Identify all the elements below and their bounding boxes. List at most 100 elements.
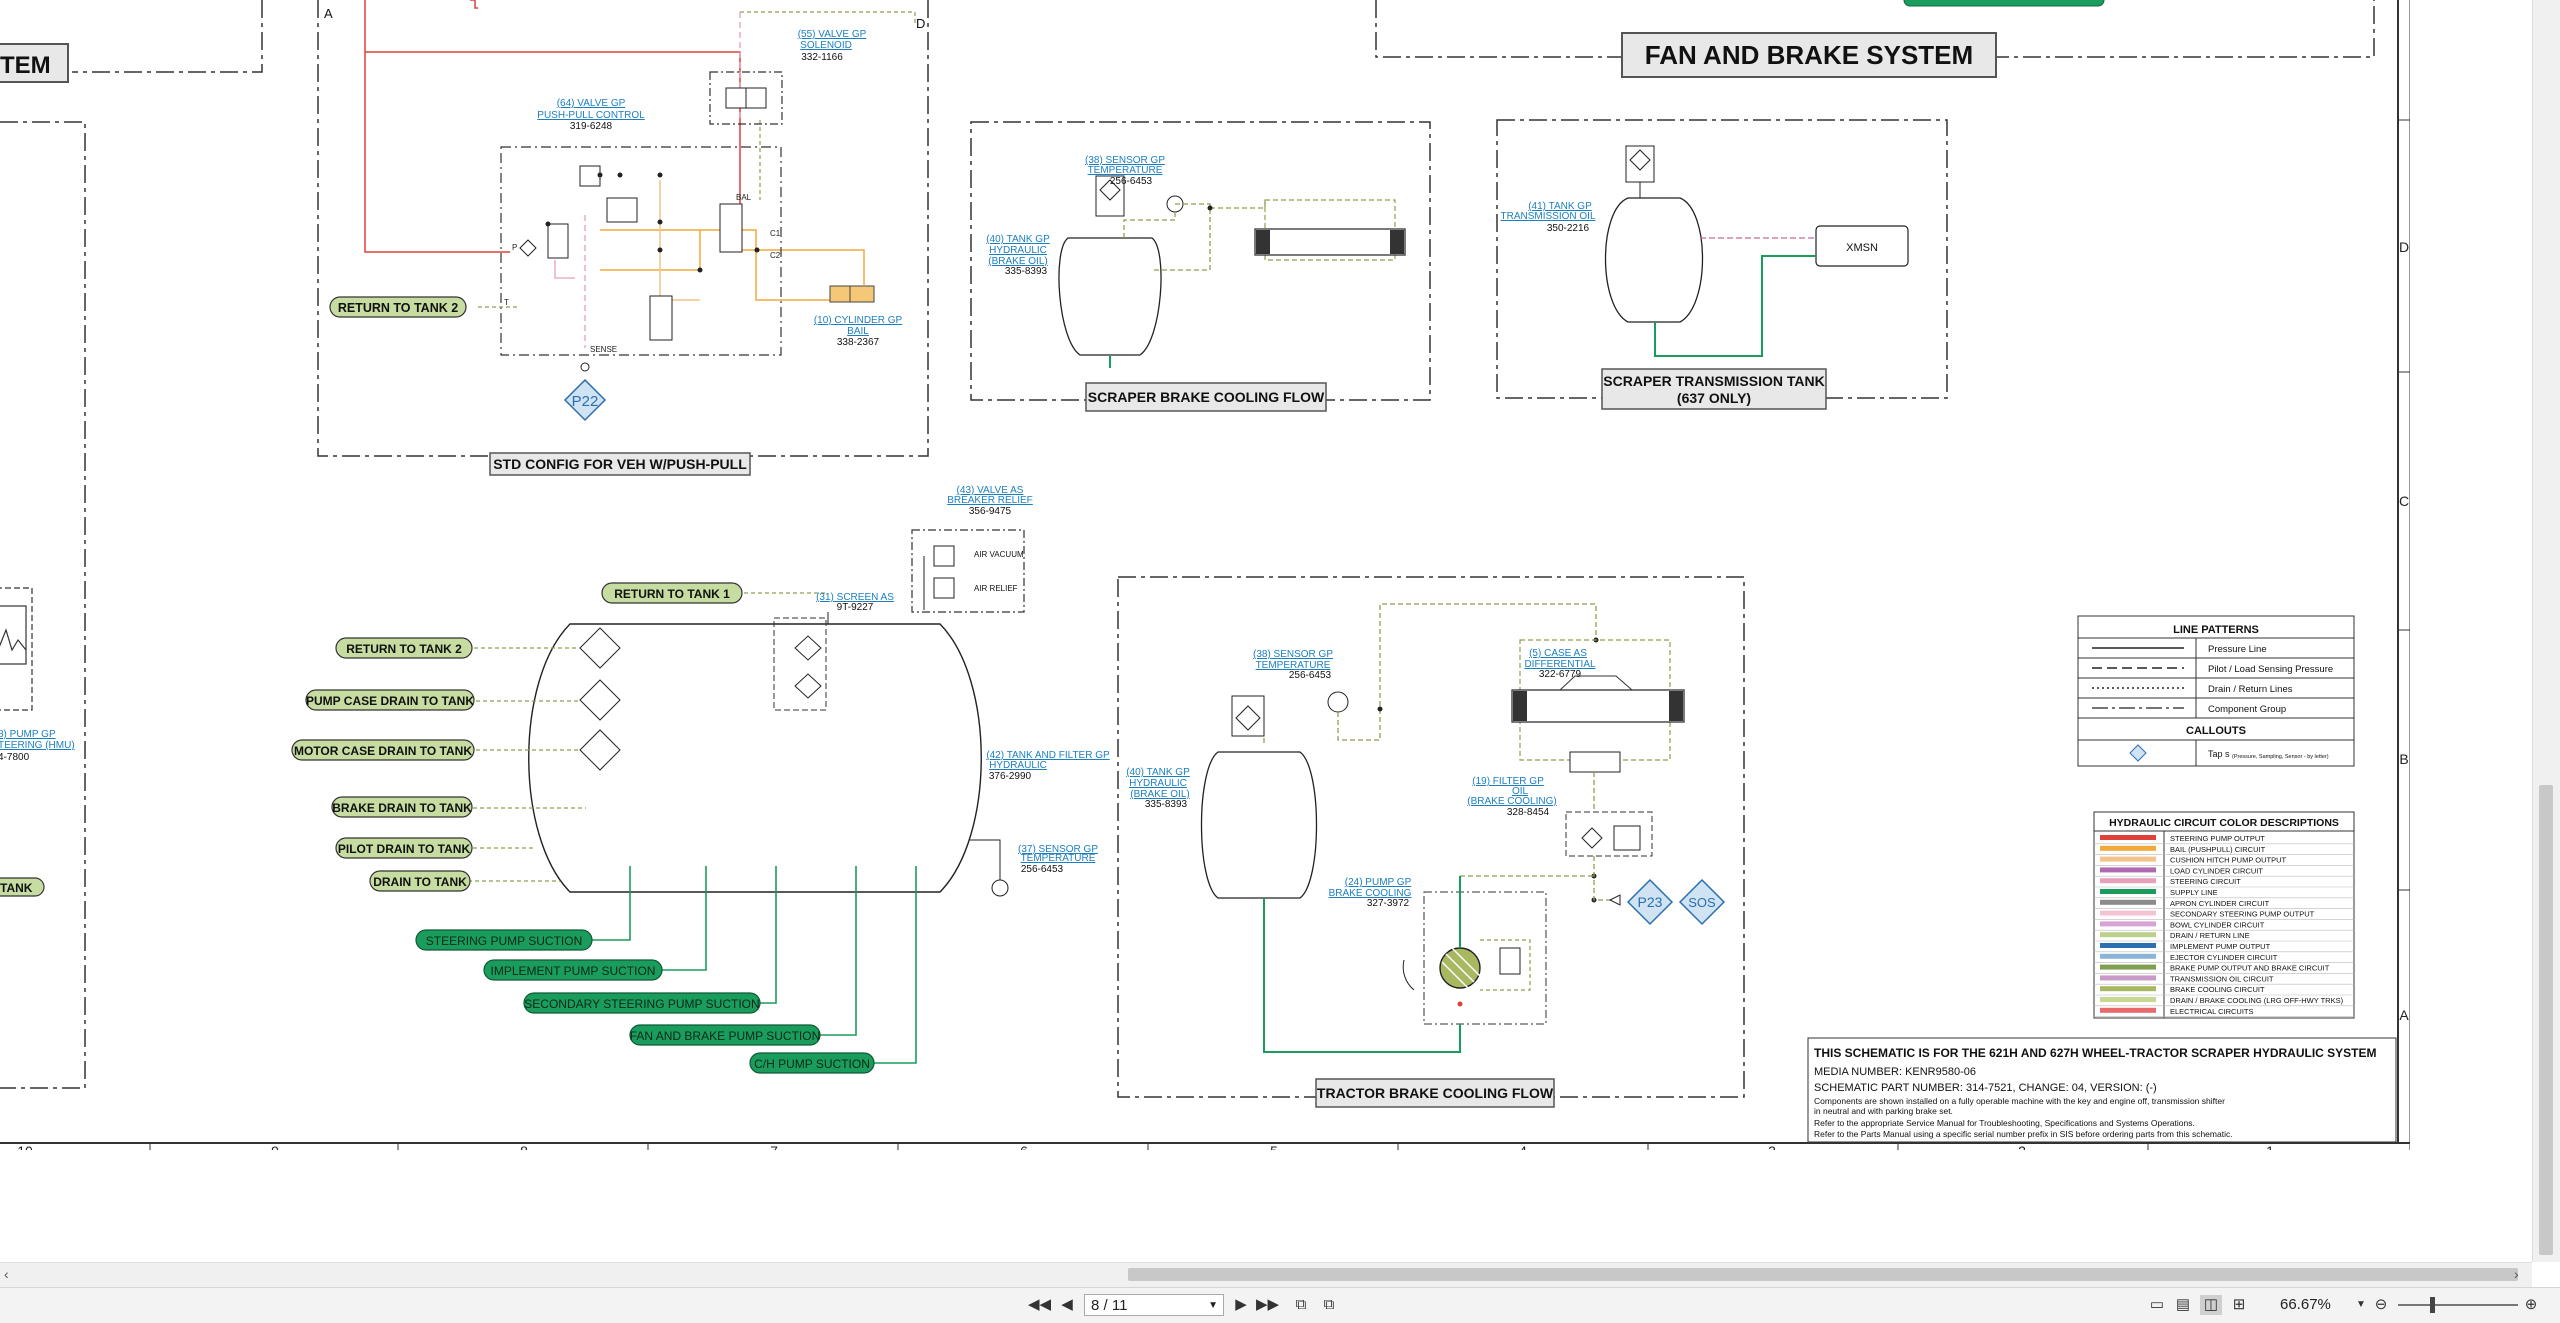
horizontal-scrollbar[interactable]: ‹ ›: [0, 1262, 2532, 1287]
callout-55-link[interactable]: SOLENOID: [800, 40, 852, 51]
color-legend-title: HYDRAULIC CIRCUIT COLOR DESCRIPTIONS: [2109, 817, 2339, 829]
info-line: in neutral and with parking brake set.: [1814, 1106, 1953, 1116]
callout-10-link[interactable]: (10) CYLINDER GP: [814, 315, 903, 326]
fan-brake-suction-label: FAN AND BRAKE PUMP SUCTION: [630, 1029, 820, 1043]
left-pump-partno: 4-7800: [0, 752, 30, 763]
scraper-trans-label: SCRAPER TRANSMISSION TANK: [1603, 373, 1824, 389]
callout-5-partno: 322-6779: [1539, 669, 1582, 680]
air-relief-label: AIR RELIEF: [974, 584, 1018, 593]
first-page-icon[interactable]: ◀◀: [1028, 1295, 1051, 1315]
callouts-title: CALLOUTS: [2186, 725, 2246, 737]
left-pump-callout[interactable]: TEERING (HMU): [0, 740, 75, 751]
continuous-icon[interactable]: ▤: [2172, 1295, 2194, 1315]
grid-row-label: C: [2399, 493, 2409, 509]
grid-col-label: 8: [520, 1143, 528, 1150]
page-number-value: 8 / 11: [1091, 1297, 1128, 1314]
schematic-page: 10 9 8 7 6 5 4 3 2 1 D C B A TEM 8) PUMP…: [0, 0, 2410, 1150]
callout-38-link[interactable]: TEMPERATURE: [1088, 165, 1163, 176]
callout-41-link[interactable]: TRANSMISSION OIL: [1500, 211, 1595, 222]
color-legend-item: APRON CYLINDER CIRCUIT: [2170, 899, 2270, 908]
color-swatch: [2100, 986, 2156, 992]
color-swatch: [2100, 964, 2156, 970]
callout-40b-link[interactable]: (40) TANK GP: [1126, 767, 1190, 778]
color-swatch: [2100, 975, 2156, 981]
fit-page-icon[interactable]: ⧉: [1290, 1295, 1312, 1315]
scroll-right-icon[interactable]: ›: [2514, 1266, 2519, 1282]
callout-37-link[interactable]: TEMPERATURE: [1021, 853, 1096, 864]
callout-40b-partno: 335-8393: [1145, 799, 1188, 810]
color-swatch: [2100, 1007, 2156, 1013]
callout-55-link[interactable]: (55) VALVE GP: [798, 29, 867, 40]
callout-64-link[interactable]: (64) VALVE GP: [557, 98, 626, 109]
color-swatch: [2100, 932, 2156, 938]
last-page-icon[interactable]: ▶▶: [1256, 1295, 1279, 1315]
color-legend-item: SECONDARY STEERING PUMP OUTPUT: [2170, 910, 2315, 919]
callout-40b-link[interactable]: HYDRAULIC: [1129, 778, 1187, 789]
port-label: BAL: [736, 193, 752, 202]
callout-19-link[interactable]: (19) FILTER GP: [1472, 776, 1544, 787]
zoom-in-icon[interactable]: ⊕: [2520, 1295, 2542, 1315]
left-pump-callout[interactable]: 8) PUMP GP: [0, 729, 56, 740]
single-page-icon[interactable]: ▭: [2146, 1295, 2168, 1315]
info-line: Refer to the Parts Manual using a specif…: [1814, 1129, 2233, 1139]
grid-col-label: 1: [2266, 1143, 2274, 1150]
rotate-icon[interactable]: ⊞: [2228, 1295, 2250, 1315]
vertical-scrollbar[interactable]: [2532, 0, 2560, 1262]
connector-letter-d: D: [916, 16, 925, 31]
pump-case-drain-label: PUMP CASE DRAIN TO TANK: [306, 694, 474, 708]
scroll-left-icon[interactable]: ‹: [4, 1266, 9, 1282]
vertical-scroll-thumb[interactable]: [2539, 785, 2553, 1255]
callout-38b-link[interactable]: (38) SENSOR GP: [1253, 649, 1333, 660]
color-legend-item: STEERING PUMP OUTPUT: [2170, 834, 2265, 843]
horizontal-scroll-thumb[interactable]: [1128, 1268, 2518, 1281]
two-page-icon[interactable]: ◫: [2200, 1295, 2222, 1315]
color-legend-item: IMPLEMENT PUMP OUTPUT: [2170, 942, 2271, 951]
callout-10-link[interactable]: BAIL: [847, 326, 869, 337]
zoom-out-icon[interactable]: ⊖: [2370, 1295, 2392, 1315]
color-legend-item: ELECTRICAL CIRCUITS: [2170, 1007, 2254, 1016]
page-number-field[interactable]: 8 / 11 ▼: [1084, 1294, 1224, 1316]
zoom-dropdown-icon[interactable]: ▼: [2350, 1295, 2372, 1315]
fit-width-icon[interactable]: ⧉: [1318, 1295, 1340, 1315]
callout-64-link[interactable]: PUSH-PULL CONTROL: [537, 110, 645, 121]
next-page-icon[interactable]: ▶: [1230, 1295, 1252, 1315]
zoom-level[interactable]: 66.67%: [2280, 1296, 2331, 1313]
color-swatch: [2100, 845, 2156, 851]
color-legend-item: BRAKE COOLING CIRCUIT: [2170, 985, 2265, 994]
chevron-down-icon[interactable]: ▼: [1208, 1295, 1218, 1317]
color-legend-item: BOWL CYLINDER CIRCUIT: [2170, 920, 2265, 929]
color-swatch: [2100, 889, 2156, 894]
color-swatch: [2100, 953, 2156, 959]
return-tank-2-label: RETURN TO TANK 2: [338, 301, 458, 315]
scraper-trans-group: XMSN SCRAPER TRANSMISSION TANK (637 ONLY…: [1496, 119, 1948, 410]
color-legend-item: EJECTOR CYLINDER CIRCUIT: [2170, 953, 2278, 962]
callout-42-link[interactable]: HYDRAULIC: [989, 760, 1047, 771]
implement-suction-label: IMPLEMENT PUMP SUCTION: [491, 964, 656, 978]
callout-42-partno: 376-2990: [989, 771, 1032, 782]
color-swatch: [2100, 910, 2156, 916]
zoom-slider-handle[interactable]: [2430, 1297, 2435, 1313]
color-legend-item: STEERING CIRCUIT: [2170, 877, 2241, 886]
port-label: P: [512, 243, 517, 252]
p23-label: P23: [1638, 894, 1663, 910]
grid-row-label: B: [2399, 751, 2408, 767]
zoom-slider[interactable]: [2398, 1304, 2518, 1306]
callout-5-link[interactable]: (5) CASE AS: [1529, 648, 1587, 659]
callout-24-link[interactable]: (24) PUMP GP: [1345, 877, 1412, 888]
callout-40-link[interactable]: HYDRAULIC: [989, 245, 1047, 256]
grid-col-label: 2: [2018, 1143, 2026, 1150]
grid-row-label: A: [2399, 1007, 2409, 1023]
callout-31-partno: 9T-9227: [837, 602, 874, 613]
prev-page-icon[interactable]: ◀: [1056, 1295, 1078, 1315]
grid-col-label: 7: [770, 1143, 778, 1150]
legend-line-item: Pressure Line: [2208, 644, 2267, 655]
callout-43-link[interactable]: BREAKER RELIEF: [947, 495, 1033, 506]
callout-38-partno: 256-6453: [1110, 176, 1153, 187]
drain-to-tank-label: DRAIN TO TANK: [373, 875, 467, 889]
info-line: MEDIA NUMBER: KENR9580-06: [1814, 1066, 1976, 1078]
callout-19-link[interactable]: (BRAKE COOLING): [1467, 796, 1556, 807]
pilot-drain-label: PILOT DRAIN TO TANK: [338, 842, 471, 856]
callout-40-link[interactable]: (40) TANK GP: [986, 234, 1050, 245]
callout-55-partno: 332-1166: [801, 52, 843, 63]
color-legend: HYDRAULIC CIRCUIT COLOR DESCRIPTIONS STE…: [2093, 811, 2355, 1019]
